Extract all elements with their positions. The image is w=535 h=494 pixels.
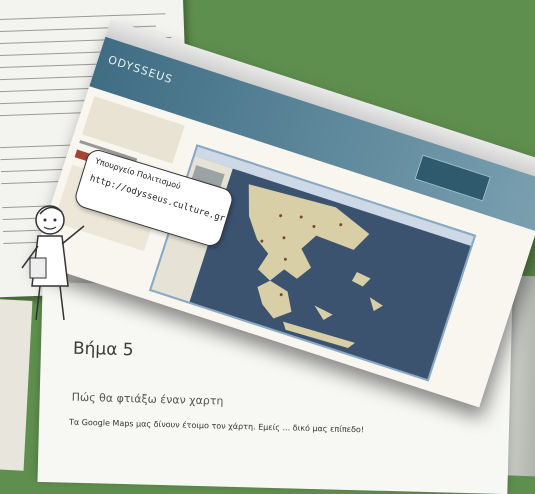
body-text: Τα Google Maps μας δίνουν έτοιμο τον χάρ… — [68, 417, 365, 435]
cartoon-character-icon — [21, 205, 85, 321]
question-line: Πώς θα φτιάξω έναν χαρτη — [71, 390, 224, 408]
step-heading: Βήμα 5 — [72, 338, 134, 361]
site-logo: ODYSSEUS — [106, 53, 175, 87]
